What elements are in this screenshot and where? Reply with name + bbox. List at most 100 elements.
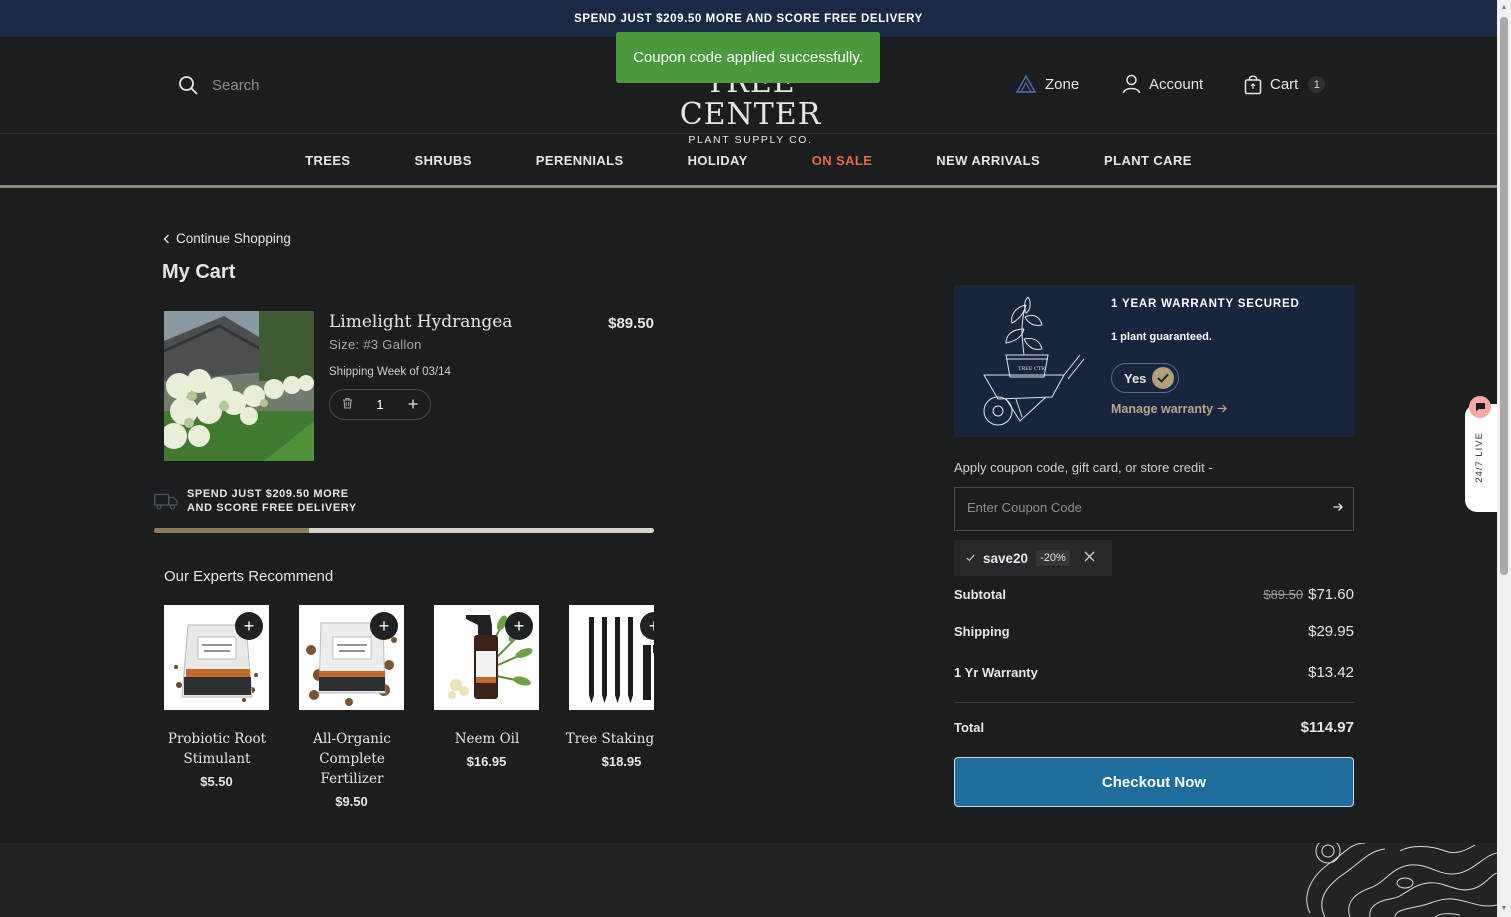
search-icon[interactable] [178,75,198,95]
subtotal-original-price: $89.50 [1263,587,1304,602]
nav-item-on-sale[interactable]: ON SALE [780,153,905,168]
apply-coupon-button[interactable] [1333,500,1343,515]
recommendation-image[interactable]: + [434,605,539,710]
remove-item-button[interactable] [338,396,356,414]
live-chat-label: 24/7 LIVE [1474,432,1485,483]
main-nav: TREES SHRUBS PERENNIALS HOLIDAY ON SALE … [0,135,1497,188]
delivery-progress-bar [154,528,654,533]
warranty-cost-value: $13.42 [1308,664,1354,681]
delivery-line-2: AND SCORE FREE DELIVERY [187,502,357,514]
chevron-left-icon [163,234,169,243]
live-chat-tab[interactable]: 24/7 LIVE [1465,404,1497,512]
warranty-cost-row: 1 Yr Warranty $13.42 [954,664,1354,681]
coupon-label: Apply coupon code, gift card, or store c… [954,460,1213,475]
add-to-cart-button[interactable]: + [370,612,398,640]
cart-link[interactable]: Cart 1 [1244,74,1326,95]
coupon-input[interactable] [967,500,1307,515]
chat-icon[interactable] [1469,396,1491,418]
trash-icon [342,397,352,409]
recommendation-item[interactable]: + All-Organic Complete Fertilizer $9.50 [299,605,404,809]
plus-icon [408,399,418,408]
shipping-label: Shipping [954,624,1010,639]
nav-item-new-arrivals[interactable]: NEW ARRIVALS [904,153,1072,168]
search-bar[interactable] [178,75,412,95]
coupon-discount: -20% [1036,550,1070,566]
nav-item-plant-care[interactable]: PLANT CARE [1072,153,1224,168]
delivery-line-1: SPEND JUST $209.50 MORE [187,488,349,500]
product-size: Size: #3 Gallon [329,337,422,352]
coupon-field [954,487,1354,531]
recommendation-name[interactable]: Tree Staking Kit [557,729,654,749]
subtotal-value: $71.60 [1308,586,1354,603]
recommendation-item[interactable]: + Tree Staking Kit $18.95 [566,605,654,769]
recommendations-title: Our Experts Recommend [164,568,334,585]
recommendation-name[interactable]: Neem Oil [422,729,552,749]
scroll-up-arrow[interactable]: ▲ [1500,4,1508,12]
remove-coupon-button[interactable] [1084,549,1095,567]
recommendation-image[interactable]: + [299,605,404,710]
recommendation-item[interactable]: + Probiotic Root Stimulant $5.50 [164,605,269,789]
promo-text: SPEND JUST $209.50 MORE AND SCORE FREE D… [574,12,923,25]
product-price: $89.50 [608,315,654,332]
quantity-stepper: 1 [329,389,431,420]
summary-divider [954,702,1354,703]
search-input[interactable] [212,76,412,94]
warranty-description: 1 plant guaranteed. [1111,331,1212,343]
nav-item-holiday[interactable]: HOLIDAY [656,153,780,168]
success-toast: Coupon code applied successfully. [616,32,880,83]
cart-label: Cart [1270,76,1299,93]
topographic-pattern [1306,843,1497,917]
warranty-cost-label: 1 Yr Warranty [954,665,1038,680]
shipping-value: $29.95 [1308,623,1354,640]
zone-icon [1015,74,1037,93]
recommendation-name[interactable]: All-Organic Complete Fertilizer [287,729,417,789]
cart-count-badge: 1 [1308,76,1326,93]
shipping-week: Shipping Week of 03/14 [329,366,451,378]
quantity-value: 1 [376,397,384,412]
recommendation-name[interactable]: Probiotic Root Stimulant [164,729,282,769]
zone-label: Zone [1045,75,1080,93]
recommendation-price: $5.50 [200,774,233,789]
toast-message: Coupon code applied successfully. [633,49,863,66]
coupon-code: save20 [983,550,1029,566]
nav-item-trees[interactable]: TREES [273,153,382,168]
delivery-progress-fill [154,528,309,533]
add-to-cart-button[interactable]: + [505,612,533,640]
shopping-bag-icon [1244,75,1262,95]
recommendation-image[interactable]: + [164,605,269,710]
checkmark-icon [966,554,975,562]
nav-item-perennials[interactable]: PERENNIALS [504,153,656,168]
total-value: $114.97 [1300,719,1354,736]
product-image[interactable] [164,311,314,461]
increase-quantity-button[interactable] [404,396,422,414]
recommendation-price: $9.50 [335,794,368,809]
user-icon [1122,74,1141,94]
check-icon [1152,367,1174,389]
checkout-button[interactable]: Checkout Now [954,757,1354,807]
recommendation-image[interactable]: + [569,605,654,710]
scroll-down-arrow[interactable]: ▼ [1500,905,1508,913]
account-link[interactable]: Account [1122,74,1203,94]
footer [0,843,1497,917]
scroll-thumb[interactable] [1500,17,1508,575]
page-scrollbar[interactable]: ▲ ▼ [1497,0,1511,917]
arrow-right-icon [1333,503,1343,511]
manage-warranty-link[interactable]: Manage warranty [1111,402,1227,416]
manage-warranty-label: Manage warranty [1111,402,1214,416]
product-name[interactable]: Limelight Hydrangea [329,312,512,332]
svg-text:TREE CTR: TREE CTR [1018,366,1045,372]
warranty-toggle-label: Yes [1124,370,1147,386]
continue-shopping-link[interactable]: Continue Shopping [163,231,291,246]
warranty-toggle[interactable]: Yes [1111,363,1179,393]
add-to-cart-button[interactable]: + [235,612,263,640]
recommendation-item[interactable]: + Neem Oil $16.95 [434,605,539,769]
zone-link[interactable]: Zone [1015,74,1079,94]
arrow-right-icon [1217,404,1227,413]
subtotal-label: Subtotal [954,587,1006,602]
close-icon [1084,551,1095,562]
warranty-panel: TREE CTR 1 YEAR WARRANTY SECURED 1 plant… [954,285,1355,437]
total-row: Total $114.97 [954,719,1354,736]
nav-item-shrubs[interactable]: SHRUBS [383,153,504,168]
recommendation-price: $16.95 [466,754,507,769]
shipping-row: Shipping $29.95 [954,623,1354,640]
